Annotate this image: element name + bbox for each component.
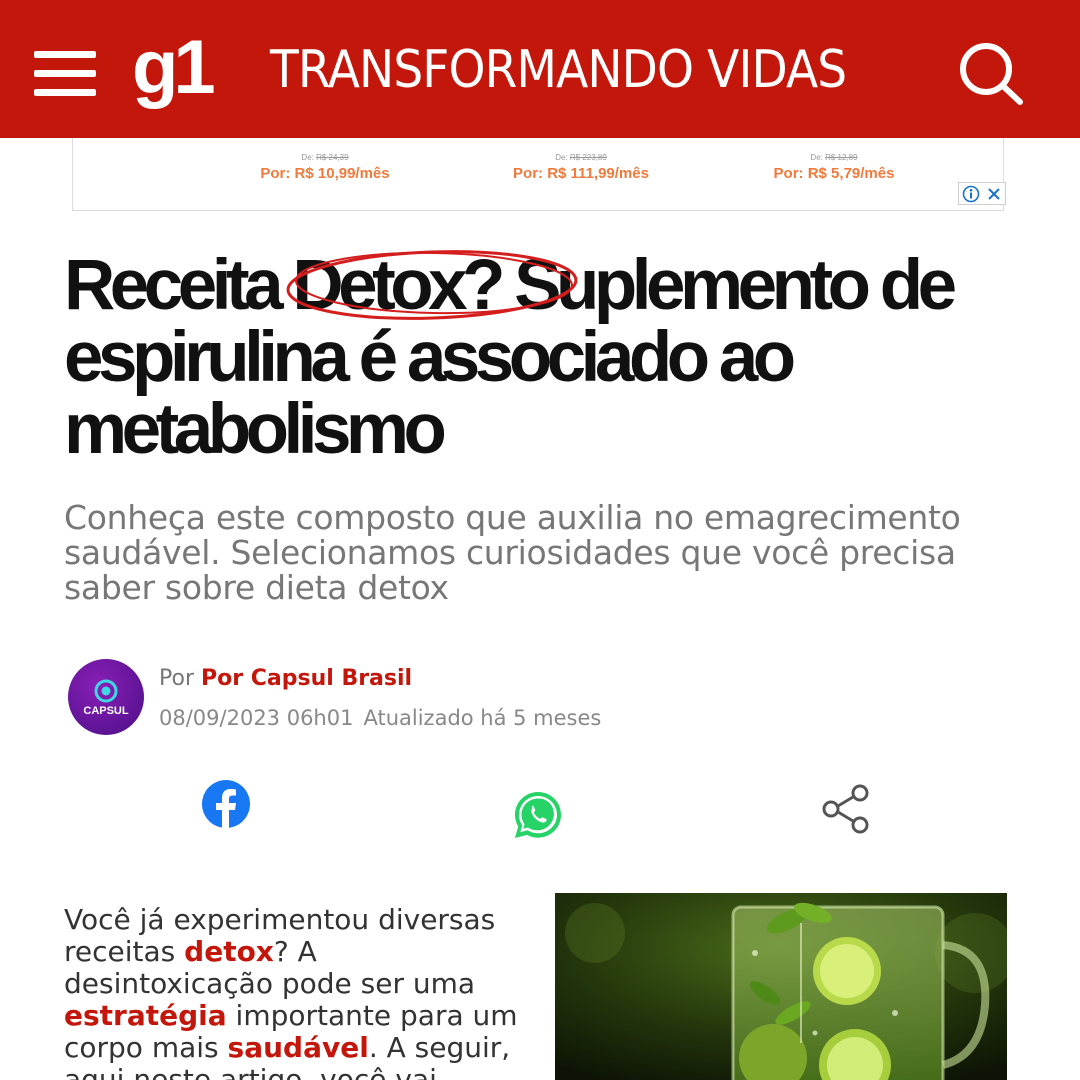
ad-controls [958,182,1006,205]
updated-label: Atualizado há 5 meses [363,706,602,730]
byline-prefix: Por [159,666,194,691]
whatsapp-share-button[interactable] [512,789,564,845]
avatar-label: CAPSUL [83,705,129,717]
article-headline: Receita Detox? Suplemento de espirulina … [64,246,957,469]
ad-offer[interactable]: De: R$ 12,89 Por: R$ 5,79/mês [724,152,944,184]
article-subtitle: Conheça este composto que auxilia no ema… [64,498,961,607]
link-detox[interactable]: detox [184,935,274,968]
article-body: Você já experimentou diversas receitas d… [64,903,518,1080]
share-icon [822,784,869,834]
link-saudavel[interactable]: saudável [228,1031,369,1064]
facebook-icon [202,780,250,828]
article-meta: 08/09/2023 06h01 Atualizado há 5 meses [159,703,601,733]
top-bar: g1 TRANSFORMANDO VIDAS [0,0,1080,138]
close-ad-icon[interactable] [982,183,1005,204]
author-avatar[interactable]: CAPSUL [68,659,144,735]
ad-offer[interactable]: De: R$ 223,89 Por: R$ 111,99/mês [471,152,691,184]
detox-drink-photo [555,893,1007,1080]
generic-share-button[interactable] [820,782,874,840]
publish-date: 08/09/2023 06h01 [159,706,354,730]
ad-banner[interactable]: De: R$ 24,39 Por: R$ 10,99/mês De: R$ 22… [72,138,1004,211]
section-title[interactable]: TRANSFORMANDO VIDAS [270,40,847,100]
ad-offer[interactable]: De: R$ 24,39 Por: R$ 10,99/mês [215,152,435,184]
author-name[interactable]: Por Capsul Brasil [201,666,412,691]
facebook-share-button[interactable] [202,780,250,832]
adchoices-icon[interactable] [959,183,982,204]
search-icon[interactable] [956,40,1026,106]
menu-icon[interactable] [34,51,96,97]
link-estrategia[interactable]: estratégia [64,999,227,1032]
whatsapp-icon [515,792,561,838]
capsul-logo-icon [94,679,118,703]
g1-logo[interactable]: g1 [132,30,216,106]
author-byline: Por Por Capsul Brasil [159,664,412,694]
